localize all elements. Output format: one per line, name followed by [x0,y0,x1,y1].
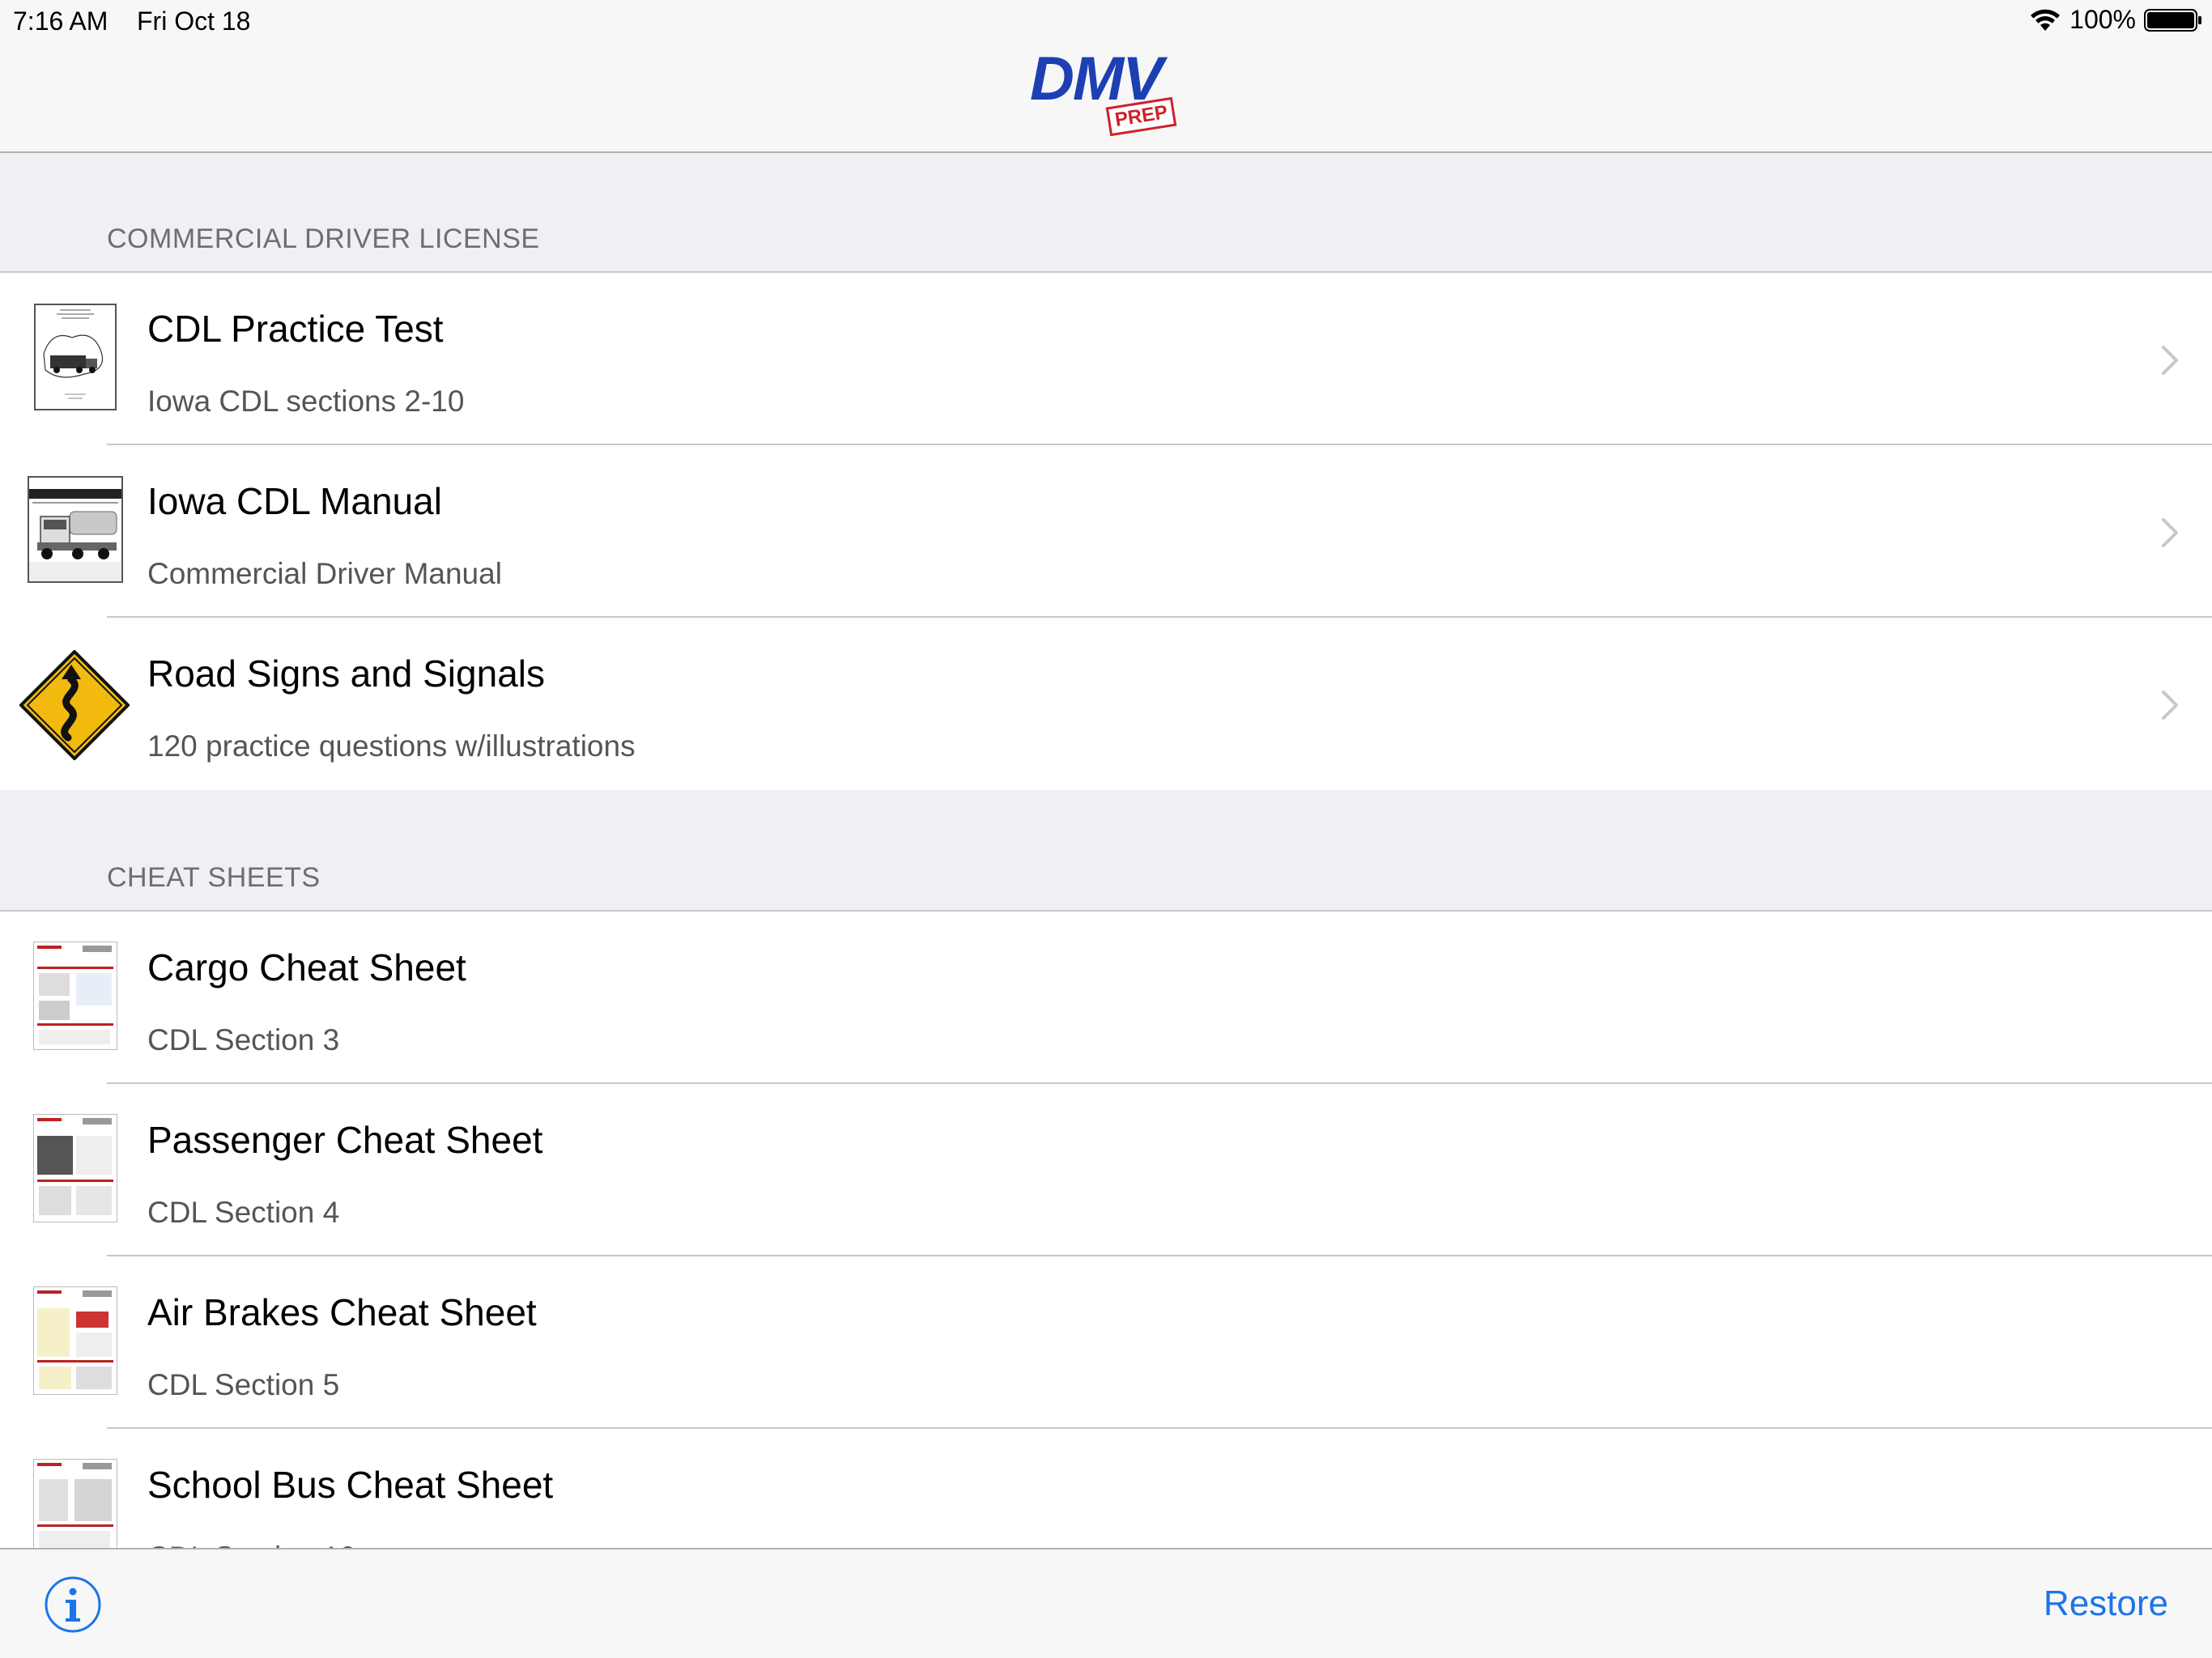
chevron-right-icon [2162,518,2178,547]
item-title: Air Brakes Cheat Sheet [147,1291,537,1333]
cdl-manual-cover-icon [34,304,117,410]
section-header-cdl: COMMERCIAL DRIVER LICENSE [0,153,2212,271]
bottom-toolbar: Restore [0,1548,2212,1658]
item-title: Iowa CDL Manual [147,480,442,522]
section-group-cheat-sheets: Cargo Cheat Sheet CDL Section 3 Passenge… [0,910,2212,1601]
info-icon[interactable] [44,1575,102,1634]
dmv-prep-logo: DMV PREP [1030,49,1184,139]
section-header-label: CHEAT SHEETS [107,862,321,893]
list-item-passenger-cheat-sheet[interactable]: Passenger Cheat Sheet CDL Section 4 [0,1084,2212,1256]
list-item-iowa-cdl-manual[interactable]: Iowa CDL Manual Commercial Driver Manual [0,445,2212,618]
item-title: CDL Practice Test [147,308,444,350]
item-title: Passenger Cheat Sheet [147,1119,543,1161]
item-subtitle: CDL Section 5 [147,1368,340,1401]
item-title: Cargo Cheat Sheet [147,946,466,988]
truck-manual-cover-icon [28,476,123,583]
cheat-sheet-thumbnail-icon [34,1287,117,1394]
section-group-cdl: CDL Practice Test Iowa CDL sections 2-10 [0,271,2212,792]
chevron-right-icon [2162,346,2178,375]
wifi-icon [2031,9,2061,31]
status-date: Fri Oct 18 [137,6,251,36]
list-item-cargo-cheat-sheet[interactable]: Cargo Cheat Sheet CDL Section 3 [0,912,2212,1084]
status-time: 7:16 AM [13,6,108,36]
battery-icon [2144,8,2201,32]
item-subtitle: CDL Section 4 [147,1196,340,1229]
app-screen: DMV PREP 7:16 AM Fri Oct 18 100% COMMERC… [0,0,2212,1658]
chevron-right-icon [2162,691,2178,720]
item-subtitle: CDL Section 3 [147,1023,340,1056]
item-subtitle: Commercial Driver Manual [147,557,502,590]
list-item-cdl-practice-test[interactable]: CDL Practice Test Iowa CDL sections 2-10 [0,273,2212,445]
status-bar: 7:16 AM Fri Oct 18 100% [0,0,2212,39]
item-subtitle: 120 practice questions w/illustrations [147,729,636,763]
cheat-sheet-thumbnail-icon [34,1115,117,1222]
battery-percentage: 100% [2069,5,2136,34]
cheat-sheet-thumbnail-icon [34,942,117,1049]
list-item-road-signs[interactable]: Road Signs and Signals 120 practice ques… [0,618,2212,790]
restore-button[interactable]: Restore [2044,1584,2168,1624]
item-title: School Bus Cheat Sheet [147,1464,554,1506]
section-header-label: COMMERCIAL DRIVER LICENSE [107,223,540,254]
list-item-air-brakes-cheat-sheet[interactable]: Air Brakes Cheat Sheet CDL Section 5 [0,1256,2212,1429]
winding-road-sign-icon [19,650,130,760]
item-title: Road Signs and Signals [147,653,545,695]
status-indicators: 100% [2029,5,2202,35]
item-subtitle: Iowa CDL sections 2-10 [147,385,465,418]
section-header-cheat-sheets: CHEAT SHEETS [0,790,2212,910]
